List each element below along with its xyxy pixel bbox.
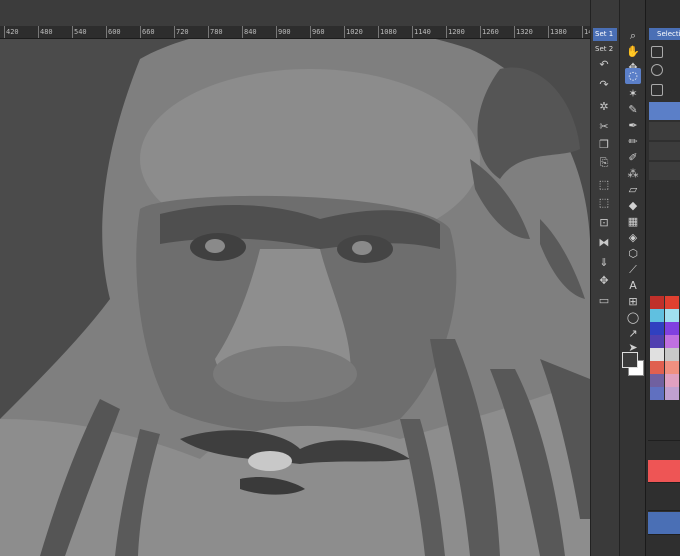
ruler-tick: 960: [310, 26, 344, 38]
magnifier-icon[interactable]: ⌕: [625, 28, 641, 44]
magic-wand-icon[interactable]: ✶: [625, 86, 641, 102]
palette-swatch[interactable]: [665, 335, 679, 348]
ruler-tick: 1380: [548, 26, 582, 38]
copy-icon[interactable]: ❐: [597, 138, 611, 152]
tool-bar: ⌕ ✋ ✥ ◌ ✶ ✎ ✒ ✏ ✐ ⁂ ▱ ◆ ▦ ◈ ⬡ ⟋ A ⊞ ◯ ↗ …: [619, 0, 645, 556]
ruler-tick: 1020: [344, 26, 378, 38]
ruler-tick: 420: [4, 26, 38, 38]
redo-icon[interactable]: ↷: [597, 78, 611, 92]
eyedropper-icon[interactable]: ✎: [625, 102, 641, 118]
transform-icon[interactable]: ⬚: [597, 178, 611, 192]
ruler-tick: 840: [242, 26, 276, 38]
flip-icon[interactable]: ⧓: [597, 236, 611, 250]
ruler-tick: 780: [208, 26, 242, 38]
ruler-tick: 720: [174, 26, 208, 38]
fill-bucket-icon[interactable]: ◆: [625, 198, 641, 214]
layer-row-2[interactable]: [648, 488, 680, 511]
palette-swatch[interactable]: [650, 296, 664, 309]
palette-swatch[interactable]: [665, 309, 679, 322]
eraser-icon[interactable]: ▱: [625, 182, 641, 198]
palette-swatch[interactable]: [650, 309, 664, 322]
ruler-tick: 1140: [412, 26, 446, 38]
pen-icon[interactable]: ✒: [625, 118, 641, 134]
rect-select-icon[interactable]: [651, 46, 663, 58]
palette-swatch[interactable]: [650, 348, 664, 361]
horizontal-ruler: 420 480 540 600 660 720 780 840 900 960 1020 1080 11…: [0, 26, 590, 39]
undo-icon[interactable]: ↶: [597, 58, 611, 72]
palette-swatch[interactable]: [665, 387, 679, 400]
gradient-icon[interactable]: ▦: [625, 214, 641, 230]
sub-tool-tab-selection[interactable]: Selection: [649, 28, 680, 40]
cut-icon[interactable]: ✂: [597, 120, 611, 134]
ruler-tick: 1200: [446, 26, 480, 38]
palette-swatch[interactable]: [650, 374, 664, 387]
set-tab-1[interactable]: Set 1: [593, 28, 617, 41]
top-toolbar: [0, 0, 590, 26]
ruler-icon[interactable]: ⟋: [625, 262, 641, 278]
sub-tool-brush-a[interactable]: [649, 122, 680, 140]
ruler-tick: 1260: [480, 26, 514, 38]
free-transform-icon[interactable]: ⊡: [597, 216, 611, 230]
command-bar: Set 1 Set 2 ↶ ↷ ✲ ✂ ❐ ⎘ ⬚ ⬚ ⊡ ⧓ ⇓ ✥ ▭: [590, 0, 619, 556]
lasso-icon[interactable]: ◌: [625, 68, 641, 84]
sub-tool-lasso[interactable]: [649, 102, 680, 120]
palette-swatch[interactable]: [650, 322, 664, 335]
ruler-tick: 1440: [582, 26, 590, 38]
polyline-select-icon[interactable]: [651, 84, 663, 96]
palette-swatch[interactable]: [650, 361, 664, 374]
merge-icon[interactable]: ⇓: [597, 256, 611, 270]
ruler-tick: 660: [140, 26, 174, 38]
layer-panel-header: [648, 418, 680, 441]
layer-row-1[interactable]: [648, 460, 680, 483]
palette-swatch[interactable]: [665, 348, 679, 361]
palette-swatch[interactable]: [665, 296, 679, 309]
figure-icon[interactable]: ⬡: [625, 246, 641, 262]
drawing-canvas[interactable]: [0, 39, 590, 556]
set-tab-2[interactable]: Set 2: [593, 43, 617, 56]
blend-icon[interactable]: ◈: [625, 230, 641, 246]
brush-icon[interactable]: ✐: [625, 150, 641, 166]
frame-icon[interactable]: ⊞: [625, 294, 641, 310]
airbrush-icon[interactable]: ⁂: [625, 166, 641, 182]
ruler-tick: 1080: [378, 26, 412, 38]
ruler-tick: 900: [276, 26, 310, 38]
palette-swatch[interactable]: [650, 335, 664, 348]
palette-swatch[interactable]: [665, 322, 679, 335]
ellipse-select-icon[interactable]: [651, 64, 663, 76]
hand-icon[interactable]: ✋: [625, 44, 641, 60]
main-color-swatch[interactable]: [622, 352, 638, 368]
sub-tool-brush-b[interactable]: [649, 142, 680, 160]
layer-property-icon[interactable]: ▭: [597, 294, 611, 308]
palette-swatch[interactable]: [665, 374, 679, 387]
pencil-icon[interactable]: ✏: [625, 134, 641, 150]
paste-icon[interactable]: ⎘: [597, 156, 611, 170]
clear-icon[interactable]: ✲: [597, 100, 611, 114]
fill-icon[interactable]: ✥: [597, 274, 611, 288]
ruler-tick: 480: [38, 26, 72, 38]
side-panel: Selection: [645, 0, 680, 556]
artwork: [0, 39, 590, 556]
palette-swatch[interactable]: [665, 361, 679, 374]
ruler-tick: 1320: [514, 26, 548, 38]
text-icon[interactable]: A: [625, 278, 641, 294]
palette-swatch[interactable]: [650, 387, 664, 400]
scale-icon[interactable]: ⬚: [597, 196, 611, 210]
ruler-tick: 600: [106, 26, 140, 38]
layer-row-3[interactable]: [648, 512, 680, 535]
balloon-icon[interactable]: ◯: [625, 310, 641, 326]
ruler-tick: 540: [72, 26, 106, 38]
sub-tool-brush-c[interactable]: [649, 162, 680, 180]
